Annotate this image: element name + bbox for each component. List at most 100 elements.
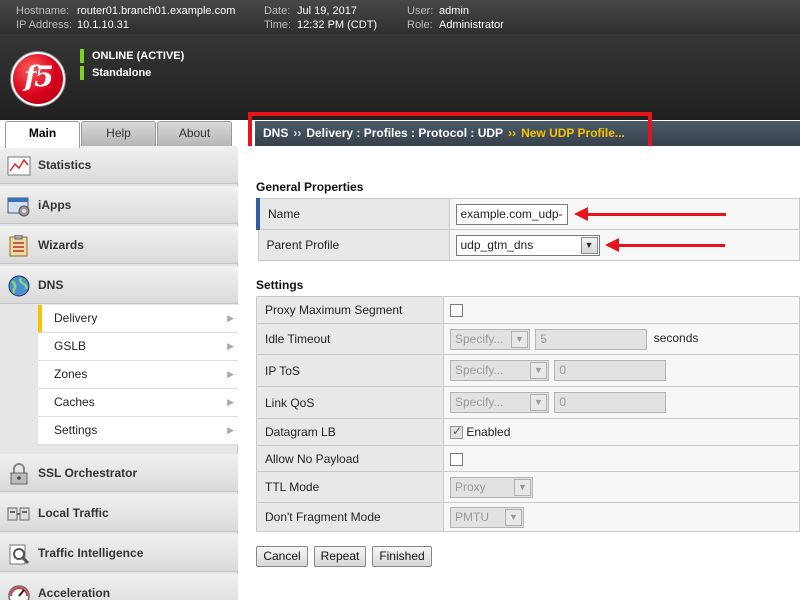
breadcrumb-section[interactable]: Delivery : Profiles : Protocol : UDP: [306, 126, 503, 140]
sidebar-subitem-zones[interactable]: Zones ▶: [38, 361, 238, 389]
chevron-right-icon: ▶: [227, 341, 234, 351]
sidebar-item-ssl-orchestrator[interactable]: SSL Orchestrator: [0, 454, 238, 492]
ip-tos-select[interactable]: Specify... ▼: [450, 360, 549, 381]
time-value: 12:32 PM (CDT): [297, 19, 378, 31]
user-value: admin: [439, 5, 469, 17]
sidebar-item-acceleration[interactable]: Acceleration: [0, 574, 238, 600]
sidebar-item-label: Acceleration: [38, 586, 111, 600]
general-properties-table: Name example.com_udp- Parent Profile udp…: [256, 198, 800, 261]
sidebar-item-label: Traffic Intelligence: [38, 546, 144, 560]
sidebar-item-wizards[interactable]: Wizards: [0, 226, 238, 264]
datagram-lb-label: Datagram LB: [256, 418, 444, 446]
ip-tos-input[interactable]: 0: [554, 360, 667, 381]
parent-profile-value: udp_gtm_dns: [460, 237, 534, 252]
sidebar-item-label: iApps: [38, 198, 72, 212]
dont-fragment-select-value: PMTU: [455, 509, 489, 524]
breadcrumb-dns[interactable]: DNS: [263, 126, 288, 140]
link-qos-label: Link QoS: [256, 386, 444, 419]
sidebar-item-dns[interactable]: DNS: [0, 266, 238, 304]
allow-no-payload-row: Allow No Payload: [256, 445, 800, 472]
link-qos-row: Link QoS Specify... ▼ 0: [256, 386, 800, 419]
ttl-mode-cell: Proxy ▼: [443, 471, 800, 503]
date-label: Date:: [264, 5, 291, 17]
chevron-down-icon: ▼: [530, 394, 547, 411]
datagram-lb-checkbox[interactable]: [450, 424, 463, 440]
chevron-right-icon: ▶: [227, 313, 234, 323]
tab-main[interactable]: Main: [5, 121, 80, 148]
chevron-right-icon: ▶: [227, 369, 234, 379]
datagram-lb-enabled-label: Enabled: [466, 424, 511, 439]
idle-timeout-unit: seconds: [653, 331, 699, 346]
link-qos-select-value: Specify...: [455, 395, 504, 409]
allow-no-payload-label: Allow No Payload: [256, 445, 444, 472]
sidebar-subitem-settings[interactable]: Settings ▶: [38, 417, 238, 445]
idle-timeout-cell: Specify... ▼ 5 seconds: [443, 323, 800, 355]
dont-fragment-select[interactable]: PMTU ▼: [450, 506, 524, 528]
subitem-label: Delivery: [54, 311, 98, 325]
sidebar-subitem-caches[interactable]: Caches ▶: [38, 389, 238, 417]
link-qos-cell: Specify... ▼ 0: [443, 386, 800, 419]
sidebar-item-label: SSL Orchestrator: [38, 466, 138, 480]
idle-timeout-input[interactable]: 5: [535, 328, 648, 350]
link-qos-select[interactable]: Specify... ▼: [450, 392, 549, 413]
idle-timeout-label: Idle Timeout: [256, 323, 444, 355]
status-online: ONLINE (ACTIVE): [80, 49, 184, 63]
parent-profile-select[interactable]: udp_gtm_dns ▼: [455, 234, 600, 256]
link-qos-input[interactable]: 0: [554, 392, 667, 413]
sidebar-item-statistics[interactable]: Statistics: [0, 146, 238, 184]
settings-title: Settings: [256, 278, 304, 292]
status-mode: Standalone: [80, 66, 151, 80]
lock-icon: [10, 463, 28, 485]
chevron-down-icon: ▼: [505, 508, 522, 526]
user-label: User:: [407, 5, 434, 17]
name-label: Name: [256, 198, 450, 230]
datagram-lb-row: Datagram LB Enabled: [256, 418, 800, 446]
header-info-bar: Hostname: router01.branch01.example.com I…: [0, 0, 800, 34]
allow-no-payload-cell: [443, 445, 800, 472]
ip-tos-select-value: Specify...: [455, 363, 504, 377]
ttl-mode-label: TTL Mode: [256, 471, 444, 503]
traffic-intelligence-icon: [9, 544, 30, 565]
ttl-mode-select[interactable]: Proxy ▼: [450, 476, 533, 498]
subitem-label: Caches: [54, 395, 95, 409]
date-value: Jul 19, 2017: [297, 5, 357, 17]
iapps-icon: [7, 197, 30, 217]
user-info: User: admin Role: Administrator: [407, 4, 504, 32]
dont-fragment-row: Don't Fragment Mode PMTU ▼: [256, 502, 800, 532]
proxy-max-segment-label: Proxy Maximum Segment: [256, 296, 444, 324]
sidebar-item-label: Statistics: [38, 158, 92, 172]
f5-logo[interactable]: f5: [11, 52, 65, 106]
role-value: Administrator: [439, 19, 504, 31]
sidebar-item-traffic-intelligence[interactable]: Traffic Intelligence: [0, 534, 238, 572]
tab-help[interactable]: Help: [81, 121, 156, 146]
ip-address-label: IP Address:: [16, 19, 73, 31]
idle-timeout-select[interactable]: Specify... ▼: [450, 328, 530, 350]
statistics-icon: [7, 156, 31, 176]
cancel-button[interactable]: Cancel: [256, 546, 308, 567]
sidebar-item-iapps[interactable]: iApps: [0, 186, 238, 224]
datagram-lb-cell: Enabled: [443, 418, 800, 446]
sidebar-item-label: Wizards: [38, 238, 84, 252]
repeat-button[interactable]: Repeat: [314, 546, 366, 567]
parent-annotation-arrow: [605, 238, 725, 252]
allow-no-payload-checkbox[interactable]: [450, 452, 463, 466]
idle-timeout-row: Idle Timeout Specify... ▼ 5 seconds: [256, 323, 800, 355]
logo-text: f5: [24, 60, 54, 93]
sidebar-subitem-gslb[interactable]: GSLB ▶: [38, 333, 238, 361]
finished-button[interactable]: Finished: [372, 546, 432, 567]
ip-tos-row: IP ToS Specify... ▼ 0: [256, 354, 800, 387]
subitem-label: Zones: [54, 367, 88, 381]
sidebar-subitem-delivery[interactable]: Delivery ▶: [38, 305, 238, 333]
proxy-max-segment-checkbox[interactable]: [450, 304, 463, 318]
tab-about[interactable]: About: [157, 121, 232, 146]
gauge-icon: [8, 585, 30, 600]
chevron-down-icon: ▼: [511, 330, 528, 348]
dont-fragment-label: Don't Fragment Mode: [256, 502, 444, 532]
name-input[interactable]: example.com_udp-: [455, 203, 568, 225]
sidebar-item-local-traffic[interactable]: Local Traffic: [0, 494, 238, 532]
settings-table: Proxy Maximum Segment Idle Timeout Speci…: [256, 296, 800, 532]
hostname-label: Hostname:: [16, 5, 70, 17]
wizards-icon: [9, 235, 28, 257]
subitem-label: Settings: [54, 423, 98, 437]
idle-timeout-select-value: Specify...: [455, 331, 504, 346]
